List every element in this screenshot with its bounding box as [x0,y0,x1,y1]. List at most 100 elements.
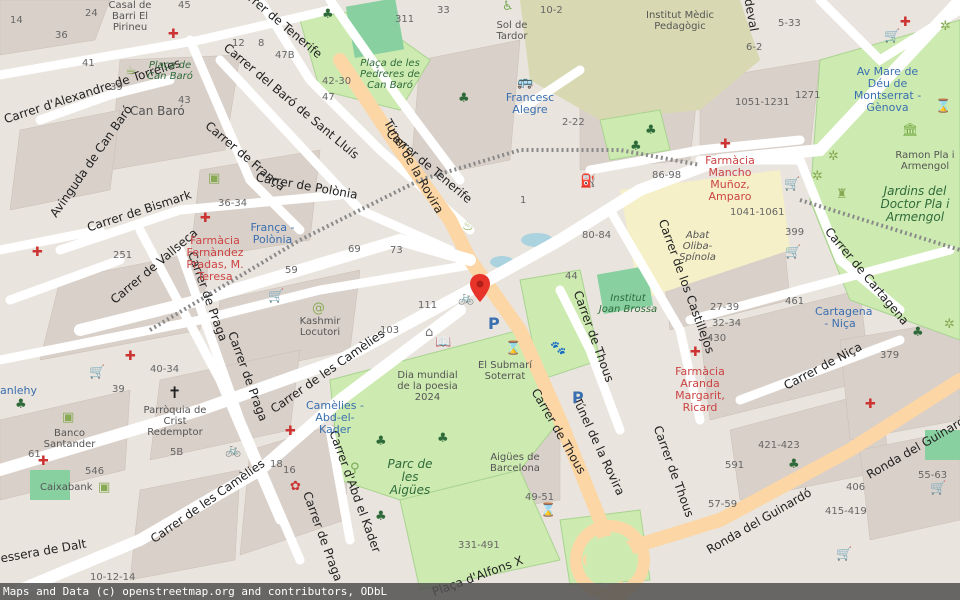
house-number: 49-51 [525,492,555,503]
house-number: 24 [85,8,98,19]
viewpoint-icon: ♨ [462,219,474,234]
house-number: 546 [85,466,105,477]
pharmacy-icon: ✚ [690,345,701,360]
poi-camelies-abd: Camèlies - Abd-el-Kader [306,399,364,437]
house-number: 55-63 [918,470,948,481]
house-number: 406 [846,482,866,493]
house-number: 44 [565,271,578,282]
place-label-can-baro: Can Baró [130,104,185,118]
bicycle-icon: 🚲 [225,443,242,458]
house-number: 10-12-14 [90,572,136,583]
viewpoint-icon: ✲ [828,149,839,164]
place-label-jardins-doctor: Jardins del Doctor Pla i Armengol [880,184,950,225]
viewpoint-icon: ✲ [944,317,955,332]
playground-icon: ♣ [912,325,924,340]
place-label-placa-can-baro: Plaça de Can Baró [147,60,193,82]
monument-icon: ⌛ [540,503,557,518]
house-number: 36-34 [218,198,248,209]
house-number: 40-34 [150,364,180,375]
poi-banco-santander: Banco Santander [43,428,96,450]
house-number: 379 [880,350,900,361]
map-attribution[interactable]: Maps and Data (c) openstreetmap.org and … [0,583,960,600]
pharmacy-icon: ✚ [720,137,731,152]
house-number: 415-419 [825,506,867,517]
playground-icon: ♣ [15,397,27,412]
house-number: 311 [395,14,415,25]
house-number: 14 [10,15,23,26]
shop-icon: 🛒 [89,365,106,380]
playground-icon: ♣ [630,139,642,154]
parking-icon: P [572,388,584,407]
house-number: 399 [785,227,805,238]
pharmacy-icon: ✚ [285,424,296,439]
pharmacy-icon: ✚ [168,27,179,42]
poi-sol-tardor: Sol de Tardor [496,20,528,42]
poi-abat-oliba: Abat Oliba-Spínola [679,230,716,263]
poi-aigues-barcelona: Aigües de Barcelona [490,452,540,474]
house-number: 331-491 [458,540,500,551]
dog-park-icon: 🐾 [550,341,567,356]
house-number: 39 [110,82,123,93]
poi-parroquia: Parròquia de Crist Redemptor [143,405,207,438]
shop-icon: 🛒 [930,481,947,496]
house-number: 421-423 [758,440,800,451]
shop-icon: 🛒 [785,245,802,260]
monument-icon: ⌛ [505,341,522,356]
pharmacy-icon: ✚ [200,211,211,226]
house-number: 5-33 [778,18,801,29]
bank-icon: ▣ [208,171,221,186]
pharmacy-icon: ✚ [38,454,49,469]
at-icon: @ [312,301,325,316]
poi-kashmir: Kashmir Locutori [299,316,341,338]
poi-dia-mundial: Dia mundial de la poesia 2024 [397,370,458,403]
house-number: 33 [437,5,450,16]
poi-av-mare-deu: Av Mare de Déu de Montserrat - Gènova [853,65,922,115]
bicycle-icon: 🚲 [458,291,475,306]
house-number: 47 [322,92,335,103]
house-number: 27-39 [710,302,740,313]
bank-icon: ▣ [62,410,75,425]
museum-icon: 🏛 [902,123,919,138]
viewpoint-icon: ✲ [812,169,823,184]
playground-icon: ♣ [375,509,387,524]
pharmacy-icon: ✚ [32,245,43,260]
cafe-icon: ☕ [125,63,137,78]
map-view[interactable]: Carrer de Tenerife Carrer de Tenerife Ca… [0,0,960,600]
pharmacy-icon: ✚ [900,15,911,30]
place-label-parc-aigues: Parc de les Aigües [387,457,433,498]
shelter-icon: ⌂ [425,325,434,340]
poi-caixabank: Caixabank [40,482,93,493]
playground-icon: ♣ [437,431,449,446]
pharmacy-icon: ✚ [865,397,876,412]
house-number: 45 [178,0,191,11]
house-number: 1 [520,195,527,206]
playground-icon: ♣ [645,123,657,138]
house-number: 111 [418,300,438,311]
shop-icon: 🛒 [268,289,285,304]
first-aid-icon: ✿ [290,479,301,494]
house-number: 36 [55,30,68,41]
playground-icon: ♣ [322,7,334,22]
bank-icon: ▣ [98,480,111,495]
house-number: 10-2 [540,5,563,16]
poi-submari: El Submarí Soterrat [477,360,533,382]
parking-icon: P [488,314,500,333]
house-number: 80-84 [582,230,612,241]
social-facility-icon: ♿ [502,0,514,14]
playground-icon: ♣ [458,91,470,106]
house-number: 1271 [795,90,821,101]
shop-icon: 🛒 [884,29,901,44]
poi-institut-joan-brossa: Institut Joan Brossa [598,293,658,315]
house-number: 103 [380,325,400,336]
poi-franca-polonia: França - Polònia [250,221,295,247]
poi-farmacia-mancho: Farmàcia Mancho Muñoz, Amparo [705,154,755,204]
playground-icon: ♣ [788,457,800,472]
house-number: 42-30 [322,76,352,87]
viewpoint-icon: ✲ [940,19,951,34]
house-number: 47B [275,50,295,61]
house-number: 32-34 [712,318,742,329]
place-label-placa-pedreres: Plaça de les Pedreres de Can Baró [360,58,420,91]
house-number: 43 [178,95,191,106]
house-number: 86-98 [652,170,682,181]
drinking-water-icon: ♜ [836,187,848,202]
